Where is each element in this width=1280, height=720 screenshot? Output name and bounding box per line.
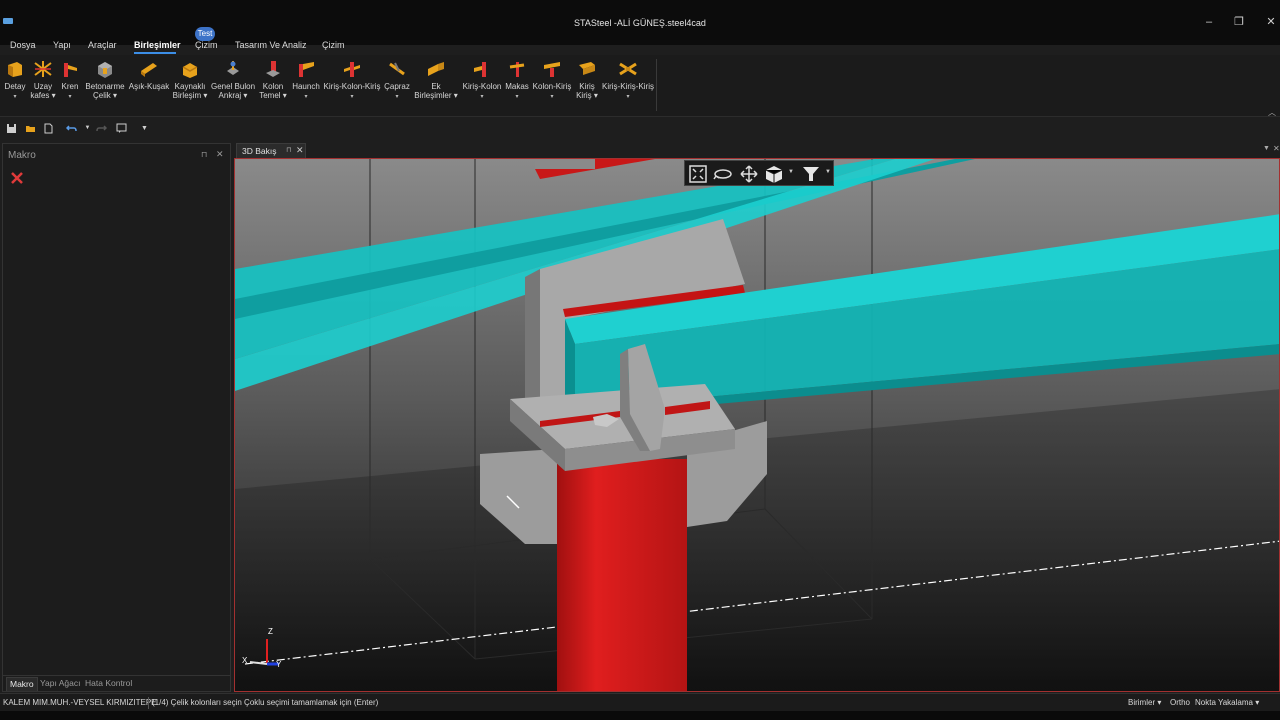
view-dropdown-icon[interactable]: ▼ <box>788 169 794 175</box>
tab-makro[interactable]: Makro <box>6 677 38 691</box>
new-icon[interactable] <box>43 123 54 134</box>
bottom-band <box>0 711 1280 720</box>
active-tab-underline <box>134 52 176 54</box>
status-separator <box>148 697 149 709</box>
tab-hata-kontrol[interactable]: Hata Kontrol <box>85 678 132 688</box>
3d-viewport[interactable]: Z X Y <box>234 158 1280 692</box>
ribbon-detay-button[interactable]: Detay ▾ <box>3 57 27 102</box>
x-axis-label: X <box>242 656 248 665</box>
ribbon-kolon-temel-button[interactable]: Kolon Temel ▾ <box>258 57 288 100</box>
ribbon-ek-birlesimler-button[interactable]: Ek Birleşimler ▾ <box>413 57 459 100</box>
pan-icon[interactable] <box>738 164 760 184</box>
delete-icon[interactable] <box>9 170 25 186</box>
ribbon-collapse-icon[interactable]: ︿ <box>1268 107 1276 118</box>
undo-icon[interactable] <box>66 123 77 134</box>
menu-yapi[interactable]: Yapı <box>53 40 71 50</box>
view-toolbar: ▼ ▼ <box>684 160 834 186</box>
3d-model-scene[interactable]: Z X Y <box>235 159 1280 692</box>
menu-araclar[interactable]: Araçlar <box>88 40 117 50</box>
crane-icon <box>64 63 77 77</box>
close-tab-icon[interactable]: ✕ <box>296 145 304 156</box>
y-axis-label: Y <box>276 660 282 669</box>
ribbon-kiris-kolon-button[interactable]: Kiriş-Kolon ▾ <box>461 57 503 102</box>
menu-tasarim-ve-analiz[interactable]: Tasarım Ve Analiz <box>235 40 307 50</box>
ribbon-uzay-kafes-button[interactable]: Uzay kafes ▾ <box>30 57 56 100</box>
bracing-icon <box>389 62 405 76</box>
pin-icon[interactable]: ⊓ <box>286 146 291 154</box>
orbit-icon[interactable] <box>712 164 734 184</box>
ribbon-asik-kusak-button[interactable]: Aşık-Kuşak <box>128 57 170 91</box>
detail-icon <box>8 62 22 77</box>
z-axis-label: Z <box>268 627 273 636</box>
menu-birlesimler[interactable]: Birleşimler <box>134 40 181 50</box>
ribbon-kiris-kolon-kiris-button[interactable]: Kiriş-Kolon-Kiriş ▾ <box>323 57 381 102</box>
tab-list-icon[interactable]: ▼ <box>1263 145 1270 152</box>
pin-icon[interactable]: ⊓ <box>201 150 207 159</box>
filter-icon[interactable] <box>800 164 822 184</box>
ribbon-makas-button[interactable]: Makas ▾ <box>504 57 530 102</box>
menu-dosya[interactable]: Dosya <box>10 40 36 50</box>
menu-bar: Dosya Yapı Araçlar Birleşimler Çizim Tas… <box>0 36 1280 54</box>
customize-icon[interactable]: ▼ <box>139 123 150 134</box>
status-user: KALEM MIM.MUH.-VEYSEL KIRMIZITEPE <box>3 698 157 707</box>
view-cube-icon[interactable] <box>763 164 785 184</box>
menu-cizim-2[interactable]: Çizim <box>322 40 345 50</box>
status-bar: KALEM MIM.MUH.-VEYSEL KIRMIZITEPE (1/4) … <box>0 693 1280 711</box>
save-icon[interactable] <box>6 123 17 134</box>
space-truss-icon <box>34 61 52 77</box>
tab-yapi-agaci[interactable]: Yapı Ağacı <box>40 678 80 688</box>
redo-icon[interactable] <box>96 123 107 134</box>
quick-access-toolbar: ▼ ▼ <box>0 119 1280 139</box>
close-icon[interactable]: ✕ <box>216 149 224 160</box>
test-badge: Test <box>195 27 215 41</box>
ribbon-kiris-kiris-button[interactable]: Kiriş Kiriş ▾ <box>574 57 600 100</box>
splice-icon <box>428 62 444 76</box>
comment-icon[interactable] <box>116 123 127 134</box>
panel-title: Makro <box>8 150 36 161</box>
panel-tabs: Makro Yapı Ağacı Hata Kontrol <box>3 675 230 691</box>
ribbon-haunch-button[interactable]: Haunch ▾ <box>290 57 322 102</box>
ribbon-capraz-button[interactable]: Çapraz ▾ <box>383 57 411 102</box>
open-icon[interactable] <box>25 123 36 134</box>
column-base-icon <box>266 61 280 77</box>
close-document-icon[interactable]: ✕ <box>1273 144 1280 153</box>
status-message: (1/4) Çelik kolonları seçin Çoklu seçimi… <box>152 698 379 707</box>
makro-panel: Makro ⊓ ✕ Makro Yapı Ağacı Hata Kontrol <box>2 143 231 692</box>
menu-cizim[interactable]: Çizim <box>195 40 218 50</box>
ribbon: Detay ▾ Uzay kafes ▾ Kren ▾ Betonarme Çelik … <box>0 55 1280 117</box>
filter-dropdown-icon[interactable]: ▼ <box>825 169 831 175</box>
window-title: STASteel -ALİ GÜNEŞ.steel4cad <box>574 18 706 28</box>
tab-3d-bakis[interactable]: 3D Bakış ⊓ ✕ <box>236 143 306 158</box>
ribbon-kaynakli-birlesim-button[interactable]: Kaynaklı Birleşim ▾ <box>172 57 208 100</box>
purlin-icon <box>141 63 157 77</box>
ribbon-separator <box>656 59 657 111</box>
close-window-button[interactable]: ✕ <box>1256 14 1280 30</box>
ribbon-genel-bulon-ankraj-button[interactable]: Genel Bulon Ankraj ▾ <box>210 57 256 100</box>
minimize-button[interactable]: – <box>1194 14 1224 30</box>
ribbon-kolon-kiris-button[interactable]: Kolon-Kiriş ▾ <box>531 57 573 102</box>
beam-column-icon <box>474 62 486 77</box>
anchor-bolt-icon <box>227 61 239 75</box>
ortho-toggle[interactable]: Ortho <box>1170 698 1190 707</box>
beam-beam-beam-icon <box>619 62 637 76</box>
ribbon-kiris-kiris-kiris-button[interactable]: Kiriş-Kiriş-Kiriş ▾ <box>601 57 655 102</box>
units-dropdown[interactable]: Birimler ▾ <box>1128 698 1161 707</box>
undo-dropdown-icon[interactable]: ▼ <box>82 123 93 134</box>
beam-beam-icon <box>579 62 595 75</box>
rc-steel-icon <box>98 62 112 78</box>
column-beam-icon <box>544 62 560 77</box>
maximize-button[interactable]: ❐ <box>1224 14 1254 30</box>
haunch-icon <box>299 62 314 77</box>
snap-dropdown[interactable]: Nokta Yakalama ▾ <box>1195 698 1259 707</box>
truss-icon <box>509 62 525 77</box>
welded-joint-icon <box>182 63 198 78</box>
ribbon-kren-button[interactable]: Kren ▾ <box>60 57 80 102</box>
ribbon-betonarme-celik-button[interactable]: Betonarme Çelik ▾ <box>84 57 126 100</box>
zoom-extents-icon[interactable] <box>687 164 709 184</box>
tab-label: 3D Bakış <box>242 146 277 156</box>
beam-column-beam-icon <box>344 62 360 77</box>
